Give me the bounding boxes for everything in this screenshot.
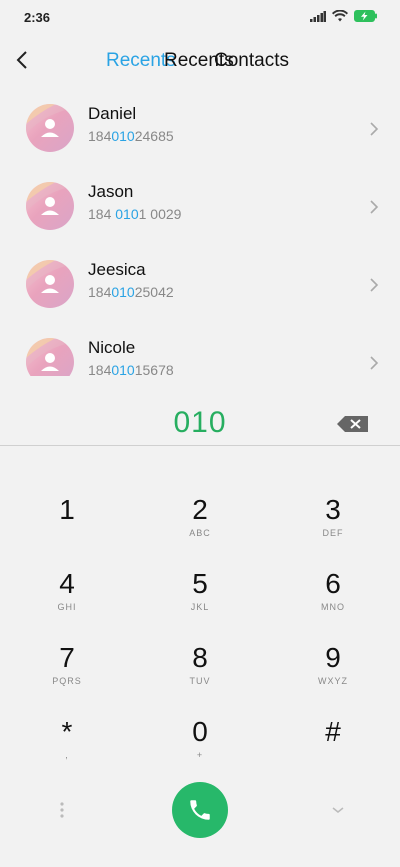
wifi-icon (332, 10, 348, 22)
key-digit: 9 (325, 642, 341, 673)
key-letters: JKL (190, 602, 210, 612)
more-vertical-icon (60, 802, 64, 818)
key-letters: DEF (322, 528, 344, 538)
contact-name: Daniel (88, 104, 137, 123)
backspace-button[interactable] (336, 414, 370, 434)
key-digit: 6 (325, 568, 341, 599)
key-2[interactable]: 2 ABC (135, 486, 265, 558)
key-1[interactable]: 1 (2, 486, 132, 558)
key-letters: MNO (321, 602, 345, 612)
key-digit: 0 (192, 716, 208, 747)
key-letters: , (65, 750, 69, 760)
dial-display: 010 (0, 400, 400, 444)
call-button[interactable] (172, 782, 228, 838)
avatar (26, 182, 74, 230)
battery-charging-icon (354, 10, 377, 22)
status-time: 2:36 (24, 10, 51, 25)
key-digit: 4 (59, 568, 75, 599)
key-letters: GHI (57, 602, 77, 612)
key-digit: 2 (192, 494, 208, 525)
key-letters: + (196, 750, 204, 760)
back-button[interactable] (10, 46, 34, 74)
signal-icon (310, 10, 326, 22)
avatar (26, 338, 74, 376)
collapse-keypad-button[interactable] (326, 798, 350, 822)
keypad: 1 2 ABC 3 DEF 4 GHI 5 JKL 6 MNO 7 PQRS 8… (0, 445, 400, 867)
more-options-button[interactable] (50, 796, 74, 824)
person-icon (26, 260, 74, 293)
person-icon (26, 182, 74, 215)
key-digit: 1 (59, 494, 75, 525)
key-3[interactable]: 3 DEF (268, 486, 398, 558)
backspace-icon (337, 416, 368, 432)
person-icon (26, 104, 74, 137)
person-icon (26, 338, 74, 371)
chevron-right-icon (370, 356, 379, 370)
key-6[interactable]: 6 MNO (268, 560, 398, 632)
chevron-down-icon (332, 807, 344, 813)
key-5[interactable]: 5 JKL (135, 560, 265, 632)
list-item-jeesica[interactable]: Jeesica 18401025042 (0, 250, 400, 328)
contact-number: 18401025042 (88, 284, 174, 300)
contact-number: 18401015678 (88, 362, 174, 376)
contact-number: 184 0101 0029 (88, 206, 182, 222)
key-letters: PQRS (52, 676, 82, 686)
key-0[interactable]: 0 + (135, 708, 265, 780)
key-7[interactable]: 7 PQRS (2, 634, 132, 706)
key-letters: ABC (189, 528, 211, 538)
status-bar: 2:36 (0, 0, 400, 36)
list-item-nicole[interactable]: Nicole 18401015678 (0, 328, 400, 376)
tab-contacts[interactable]: Contacts (214, 50, 289, 72)
key-digit: 3 (325, 494, 341, 525)
key-digit: 5 (192, 568, 208, 599)
chevron-right-icon (370, 122, 379, 136)
avatar (26, 260, 74, 308)
key-4[interactable]: 4 GHI (2, 560, 132, 632)
key-digit: 8 (192, 642, 208, 673)
key-digit: * (61, 716, 73, 747)
status-icons (310, 10, 378, 22)
chevron-right-icon (370, 200, 379, 214)
header: Recents Recents Contacts (0, 40, 400, 80)
contact-name: Jeesica (88, 260, 146, 279)
contact-name: Jason (88, 182, 134, 201)
contact-name: Nicole (88, 338, 136, 357)
list-item-daniel[interactable]: Daniel 18401024685 (0, 94, 400, 172)
phone-icon (190, 800, 210, 820)
key-hash[interactable]: # (268, 708, 398, 780)
chevron-right-icon (370, 278, 379, 292)
key-9[interactable]: 9 WXYZ (268, 634, 398, 706)
key-star[interactable]: * , (2, 708, 132, 780)
key-digit: 7 (59, 642, 75, 673)
contact-number: 18401024685 (88, 128, 174, 144)
list-item-jason[interactable]: Jason 184 0101 0029 (0, 172, 400, 250)
contact-list: Daniel 18401024685 Jason 184 0101 0029 J… (0, 80, 400, 376)
key-8[interactable]: 8 TUV (135, 634, 265, 706)
avatar (26, 104, 74, 152)
key-digit: # (325, 716, 341, 747)
back-arrow-icon (16, 51, 27, 69)
key-letters: TUV (189, 676, 211, 686)
key-letters: WXYZ (318, 676, 348, 686)
